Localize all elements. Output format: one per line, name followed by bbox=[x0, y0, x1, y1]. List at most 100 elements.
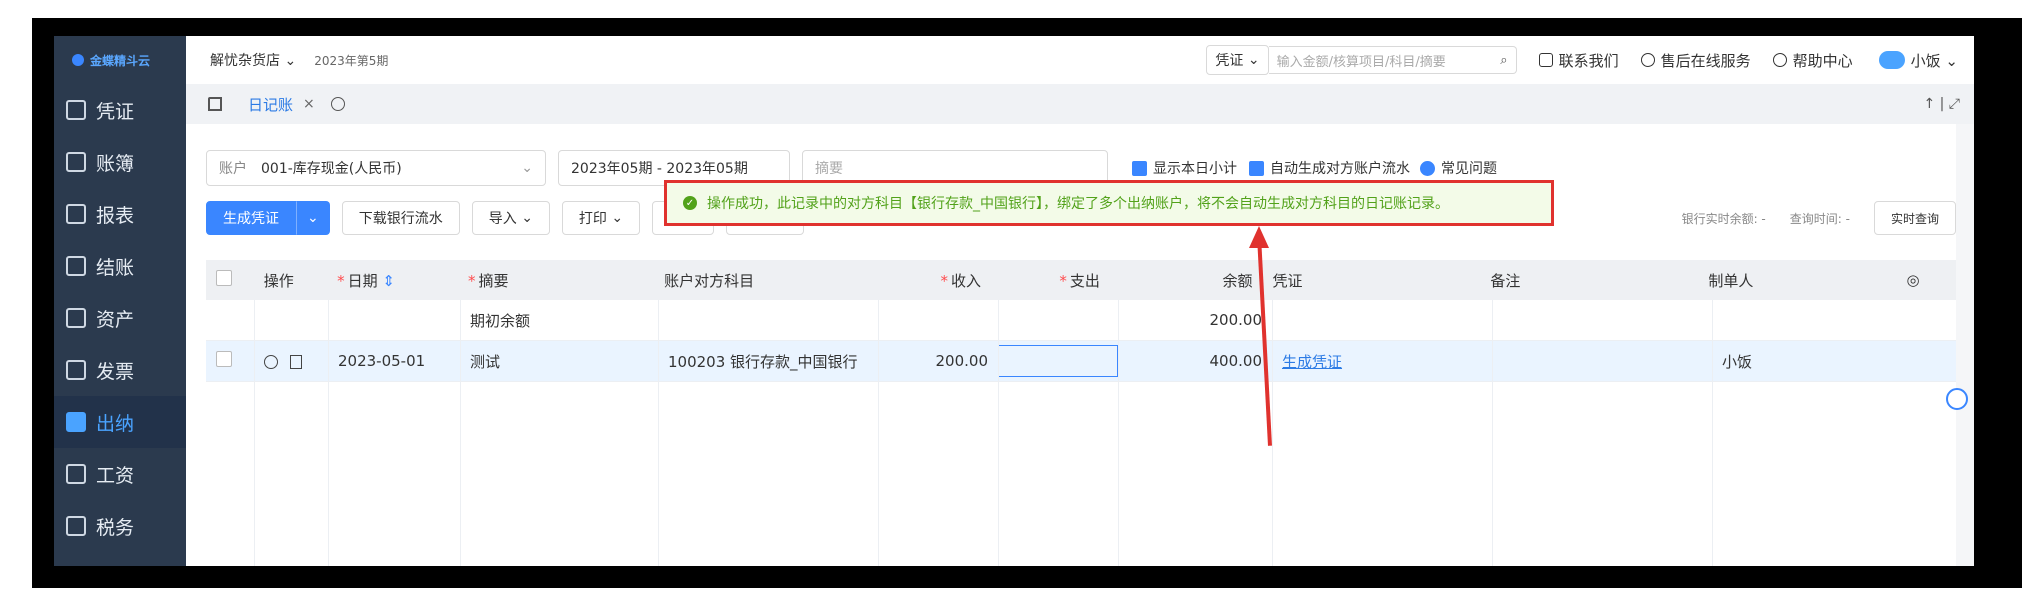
avatar[interactable] bbox=[1878, 51, 1905, 69]
top-bar: 解忧杂货店 ⌄ 2023年第5期 凭证 ⌄ 输入金额/核算项目/科目/摘要 ⌕ 联… bbox=[186, 36, 1974, 84]
required-mark: * bbox=[1059, 271, 1067, 290]
required-mark: * bbox=[337, 271, 345, 290]
column-settings-icon[interactable]: ◎ bbox=[1896, 271, 1956, 289]
header-counter-account: 账户对方科目 bbox=[664, 271, 755, 290]
sidebar-item-label: 资产 bbox=[96, 308, 135, 331]
grid-line bbox=[328, 300, 329, 566]
header-expense: * 支出 bbox=[991, 270, 1110, 291]
chevron-down-icon: ⌄ bbox=[521, 210, 533, 226]
header-date[interactable]: * 日期 ⇕ bbox=[327, 270, 458, 291]
header-op: 操作 bbox=[263, 271, 294, 290]
summary-placeholder: 摘要 bbox=[815, 161, 843, 177]
online-service-link[interactable]: 售后在线服务 bbox=[1640, 50, 1751, 71]
required-mark: * bbox=[467, 271, 476, 290]
chevron-down-icon: ⌄ bbox=[284, 53, 297, 69]
sidebar-item-salary[interactable]: 工资 bbox=[54, 448, 186, 500]
chevron-down-icon: ⌄ bbox=[611, 210, 624, 226]
sidebar-item-label: 账簿 bbox=[96, 152, 135, 175]
grid-line bbox=[1712, 300, 1713, 566]
logo-icon bbox=[72, 54, 84, 66]
search-icon[interactable]: ⌕ bbox=[1500, 53, 1507, 68]
select-all-checkbox[interactable] bbox=[216, 270, 232, 286]
import-button[interactable]: 导入 ⌄ bbox=[471, 201, 550, 235]
company-selector[interactable]: 解忧杂货店 ⌄ bbox=[210, 50, 296, 70]
header-date-label: 日期 bbox=[347, 271, 378, 290]
contact-icon bbox=[1538, 53, 1553, 67]
search-type-select[interactable]: 凭证 ⌄ bbox=[1206, 45, 1269, 75]
auto-generate-label: 自动生成对方账户流水 bbox=[1270, 161, 1410, 177]
asset-icon bbox=[66, 308, 86, 328]
help-center-link[interactable]: 帮助中心 bbox=[1772, 50, 1853, 71]
header-maker: 制单人 bbox=[1708, 271, 1754, 290]
logo: 金蝶精斗云 bbox=[54, 36, 186, 84]
sidebar-item-ledger[interactable]: 账簿 bbox=[54, 136, 186, 188]
contact-us-link[interactable]: 联系我们 bbox=[1538, 50, 1619, 71]
chevron-down-icon: ⌄ bbox=[1945, 51, 1958, 70]
service-label: 售后在线服务 bbox=[1660, 51, 1751, 70]
header-expense-label: 支出 bbox=[1069, 271, 1100, 290]
sidebar-item-invoice[interactable]: 发票 bbox=[54, 344, 186, 396]
search-input[interactable]: 输入金额/核算项目/科目/摘要 ⌕ bbox=[1268, 46, 1517, 74]
success-toast: ✓ 操作成功，此记录中的对方科目【银行存款_中国银行】，绑定了多个出纳账户，将不… bbox=[664, 180, 1554, 226]
generate-voucher-dropdown[interactable]: ⌄ bbox=[296, 201, 330, 235]
toast-message: 操作成功，此记录中的对方科目【银行存款_中国银行】，绑定了多个出纳账户，将不会自… bbox=[707, 196, 1449, 212]
print-button[interactable]: 打印 ⌄ bbox=[561, 201, 641, 235]
sidebar-item-tax[interactable]: 税务 bbox=[54, 500, 186, 552]
sidebar-item-voucher[interactable]: 凭证 bbox=[54, 84, 186, 136]
query-time-label: 查询时间: - bbox=[1789, 211, 1850, 226]
sidebar-item-label: 结账 bbox=[96, 256, 135, 279]
bank-info: 银行实时余额: - 查询时间: - 实时查询 bbox=[1682, 201, 1956, 235]
logo-text: 金蝶精斗云 bbox=[90, 53, 151, 68]
screenshot-frame: 金蝶精斗云 凭证 账簿 报表 结账 资产 发票 出纳 工资 税务 解忧杂货店 ⌄… bbox=[32, 18, 2022, 588]
user-name: 小饭 bbox=[1910, 51, 1941, 70]
download-bank-flow-button[interactable]: 下载银行流水 bbox=[341, 201, 460, 235]
tab-journal[interactable]: 日记账 × bbox=[248, 94, 315, 115]
auto-generate-checkbox[interactable] bbox=[1249, 160, 1264, 176]
chevron-down-icon: ⌄ bbox=[1247, 52, 1260, 68]
sidebar-item-label: 发票 bbox=[96, 360, 135, 383]
realtime-query-button[interactable]: 实时查询 bbox=[1873, 201, 1956, 235]
success-check-icon: ✓ bbox=[683, 196, 697, 210]
import-label: 导入 bbox=[488, 211, 517, 227]
tab-more-icon[interactable] bbox=[330, 97, 345, 111]
compass-icon bbox=[1772, 53, 1787, 67]
header-balance: 余额 bbox=[1222, 271, 1253, 290]
select-all-cell bbox=[206, 270, 254, 290]
close-icon[interactable]: × bbox=[303, 96, 315, 112]
grid-line bbox=[1272, 300, 1273, 566]
account-label: 账户 bbox=[219, 161, 247, 177]
grid-line bbox=[1492, 300, 1493, 566]
header-income-label: 收入 bbox=[950, 271, 981, 290]
table-gridlines bbox=[206, 300, 1956, 566]
search-type-value: 凭证 bbox=[1215, 53, 1244, 69]
generate-voucher-button[interactable]: 生成凭证 bbox=[206, 201, 296, 235]
home-icon[interactable] bbox=[208, 97, 222, 111]
sort-icon[interactable]: ⇕ bbox=[378, 272, 395, 290]
grid-line bbox=[254, 300, 255, 566]
sidebar: 金蝶精斗云 凭证 账簿 报表 结账 资产 发票 出纳 工资 税务 bbox=[54, 36, 186, 566]
bank-balance-label: 银行实时余额: - bbox=[1681, 211, 1766, 226]
floating-assistant-icon[interactable] bbox=[1946, 388, 1968, 410]
sidebar-item-report[interactable]: 报表 bbox=[54, 188, 186, 240]
user-menu[interactable]: 小饭 ⌄ bbox=[1911, 50, 1958, 71]
sidebar-item-label: 税务 bbox=[96, 516, 135, 539]
fullscreen-icon[interactable]: ↑ | ⤢ bbox=[1923, 96, 1960, 112]
account-value: 001-库存现金(人民币) bbox=[261, 161, 402, 177]
header-summary-label: 摘要 bbox=[478, 271, 509, 290]
company-name: 解忧杂货店 bbox=[210, 53, 280, 69]
faq-link[interactable]: 常见问题 bbox=[1441, 158, 1497, 178]
grid-line bbox=[878, 300, 879, 566]
salary-icon bbox=[66, 464, 86, 484]
sidebar-item-closing[interactable]: 结账 bbox=[54, 240, 186, 292]
ledger-icon bbox=[66, 152, 86, 172]
show-subtotal-label: 显示本日小计 bbox=[1153, 161, 1237, 177]
sidebar-item-cashier[interactable]: 出纳 bbox=[54, 396, 186, 448]
question-icon[interactable] bbox=[1420, 160, 1435, 176]
sidebar-item-asset[interactable]: 资产 bbox=[54, 292, 186, 344]
show-subtotal-checkbox[interactable] bbox=[1132, 160, 1147, 176]
header-summary: * 摘要 bbox=[458, 270, 654, 291]
account-select[interactable]: 账户 001-库存现金(人民币) ⌄ bbox=[206, 150, 546, 186]
closing-icon bbox=[66, 256, 86, 276]
period-range-value: 2023年05期 - 2023年05期 bbox=[571, 161, 748, 177]
table-header: 操作 * 日期 ⇕ * 摘要 账户对方科目 * 收入 * 支出 余额 凭证 备注 制单人… bbox=[206, 260, 1956, 300]
